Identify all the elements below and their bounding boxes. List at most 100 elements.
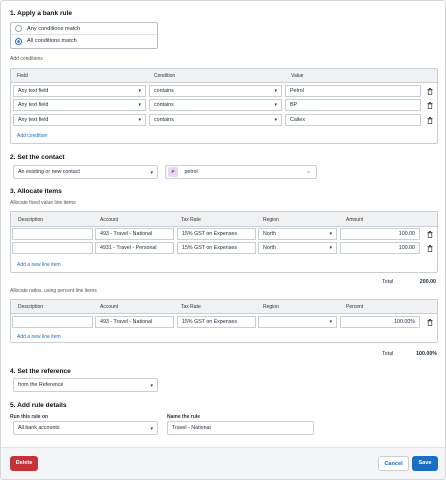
- description-input[interactable]: [12, 228, 93, 240]
- clear-icon[interactable]: ×: [307, 167, 310, 179]
- condition-operator-select[interactable]: contains ▾: [149, 99, 282, 111]
- section-1-title: 1. Apply a bank rule: [10, 10, 73, 17]
- add-conditions-label: Add conditions: [10, 56, 43, 62]
- rule-name-label: Name the rule: [167, 414, 201, 420]
- select-value: from the Reference: [18, 382, 64, 388]
- radio-label: All conditions match: [27, 38, 77, 44]
- fixed-items-label: Allocate fixed value line items: [10, 200, 76, 206]
- section-4-title: 4. Set the reference: [10, 368, 71, 375]
- trash-icon[interactable]: [427, 88, 433, 95]
- condition-operator-select[interactable]: contains ▾: [149, 114, 282, 126]
- trash-icon[interactable]: [427, 102, 433, 109]
- input-value: Petrol: [290, 88, 304, 94]
- select-value: All bank accounts: [18, 425, 60, 431]
- column-header: Region: [263, 304, 279, 310]
- chevron-down-icon: ▾: [329, 231, 332, 237]
- contact-picker[interactable]: P petrol ×: [165, 165, 317, 179]
- add-line-item-link[interactable]: Add a new line item: [17, 262, 61, 268]
- contact-type-select[interactable]: An existing or new contact ▾: [13, 165, 158, 179]
- chevron-down-icon: ▾: [138, 117, 141, 123]
- rule-name-input[interactable]: Travel - National: [167, 421, 314, 435]
- cancel-button[interactable]: Cancel: [378, 456, 409, 471]
- amount-input[interactable]: 100.00: [340, 242, 420, 254]
- trash-icon[interactable]: [427, 231, 433, 238]
- total-label: Total: [382, 279, 394, 285]
- select-value: Any text field: [18, 102, 49, 108]
- tax-rate-select[interactable]: 15% GST on Expenses: [177, 228, 256, 240]
- select-value: Any text field: [18, 117, 49, 123]
- table-header: Description Account Tax Rate Region Perc…: [11, 300, 437, 314]
- condition-field-select[interactable]: Any text field ▾: [13, 85, 146, 97]
- region-select[interactable]: North ▾: [258, 242, 337, 254]
- condition-value-input[interactable]: BP: [285, 99, 421, 111]
- column-header: Description: [18, 304, 44, 310]
- condition-value-input[interactable]: Caltex: [285, 114, 421, 126]
- select-value: Any text field: [18, 88, 49, 94]
- percent-total-value: 100.00%: [416, 351, 437, 357]
- trash-icon[interactable]: [427, 117, 433, 124]
- condition-field-select[interactable]: Any text field ▾: [13, 114, 146, 126]
- column-header: Tax Rate: [181, 304, 201, 310]
- description-input[interactable]: [12, 316, 93, 328]
- column-header: Amount: [346, 217, 364, 223]
- run-on-label: Run this rule on: [10, 414, 49, 420]
- region-select[interactable]: ▾: [258, 316, 337, 328]
- select-value: contains: [154, 102, 174, 108]
- select-value: 15% GST on Expenses: [182, 319, 237, 325]
- chevron-down-icon: ▾: [138, 102, 141, 108]
- radio-label: Any conditions match: [27, 25, 81, 32]
- condition-field-select[interactable]: Any text field ▾: [13, 99, 146, 111]
- radio-selected-icon: [15, 37, 22, 45]
- add-condition-link[interactable]: Add condition: [17, 133, 47, 139]
- select-value: 15% GST on Expenses: [182, 231, 237, 237]
- reference-select[interactable]: from the Reference ▾: [13, 378, 158, 392]
- condition-operator-select[interactable]: contains ▾: [149, 85, 282, 97]
- column-header: Account: [100, 304, 119, 310]
- select-value: 493 - Travel - National: [100, 319, 153, 325]
- condition-value-input[interactable]: Petrol: [285, 85, 421, 97]
- column-header: Field: [17, 73, 28, 79]
- select-value: An existing or new contact: [18, 169, 80, 175]
- save-button[interactable]: Save: [412, 456, 438, 471]
- amount-input[interactable]: 100.00: [340, 228, 420, 240]
- account-select[interactable]: 4931 - Travel - Personal: [95, 242, 174, 254]
- column-header: Region: [263, 217, 279, 223]
- delete-button[interactable]: Delete: [10, 456, 38, 471]
- input-value: Travel - National: [172, 425, 211, 431]
- add-percent-line-item-link[interactable]: Add a new line item: [17, 334, 61, 340]
- table-header: Field Condition Value: [11, 69, 437, 83]
- chevron-down-icon: ▾: [329, 319, 332, 325]
- description-input[interactable]: [12, 242, 93, 254]
- column-header: Condition: [154, 73, 176, 79]
- column-header: Tax Rate: [181, 217, 201, 223]
- tax-rate-select[interactable]: 15% GST on Expenses: [177, 242, 256, 254]
- column-header: Value: [291, 73, 304, 79]
- section-5-title: 5. Add rule details: [10, 402, 67, 409]
- tax-rate-select[interactable]: 15% GST on Expenses: [177, 316, 256, 328]
- trash-icon[interactable]: [427, 245, 433, 252]
- chevron-down-icon: ▾: [138, 88, 141, 94]
- region-select[interactable]: North ▾: [258, 228, 337, 240]
- chevron-down-icon: ▾: [150, 426, 153, 432]
- select-value: 493 - Travel - National: [100, 231, 153, 237]
- input-value: BP: [290, 102, 298, 108]
- section-2-title: 2. Set the contact: [10, 154, 65, 161]
- input-value: Caltex: [290, 117, 306, 123]
- select-value: North: [263, 231, 276, 237]
- account-select[interactable]: 493 - Travel - National: [95, 228, 174, 240]
- select-value: North: [263, 245, 276, 251]
- radio-any-conditions[interactable]: Any conditions match: [11, 23, 157, 35]
- chevron-down-icon: ▾: [150, 383, 153, 389]
- percent-input[interactable]: 100.00%: [340, 316, 420, 328]
- bank-rule-form: 1. Apply a bank rule Any conditions matc…: [0, 0, 446, 480]
- run-on-select[interactable]: All bank accounts ▾: [13, 421, 158, 435]
- select-value: contains: [154, 117, 174, 123]
- fixed-total-value: 200.00: [419, 279, 436, 285]
- chevron-down-icon: ▾: [150, 170, 153, 176]
- trash-icon[interactable]: [427, 319, 433, 326]
- table-header: Description Account Tax Rate Region Amou…: [11, 212, 437, 227]
- contact-avatar: P: [168, 167, 178, 177]
- radio-all-conditions[interactable]: All conditions match: [11, 35, 157, 47]
- account-select[interactable]: 493 - Travel - National: [95, 316, 174, 328]
- section-3-title: 3. Allocate items: [10, 188, 62, 195]
